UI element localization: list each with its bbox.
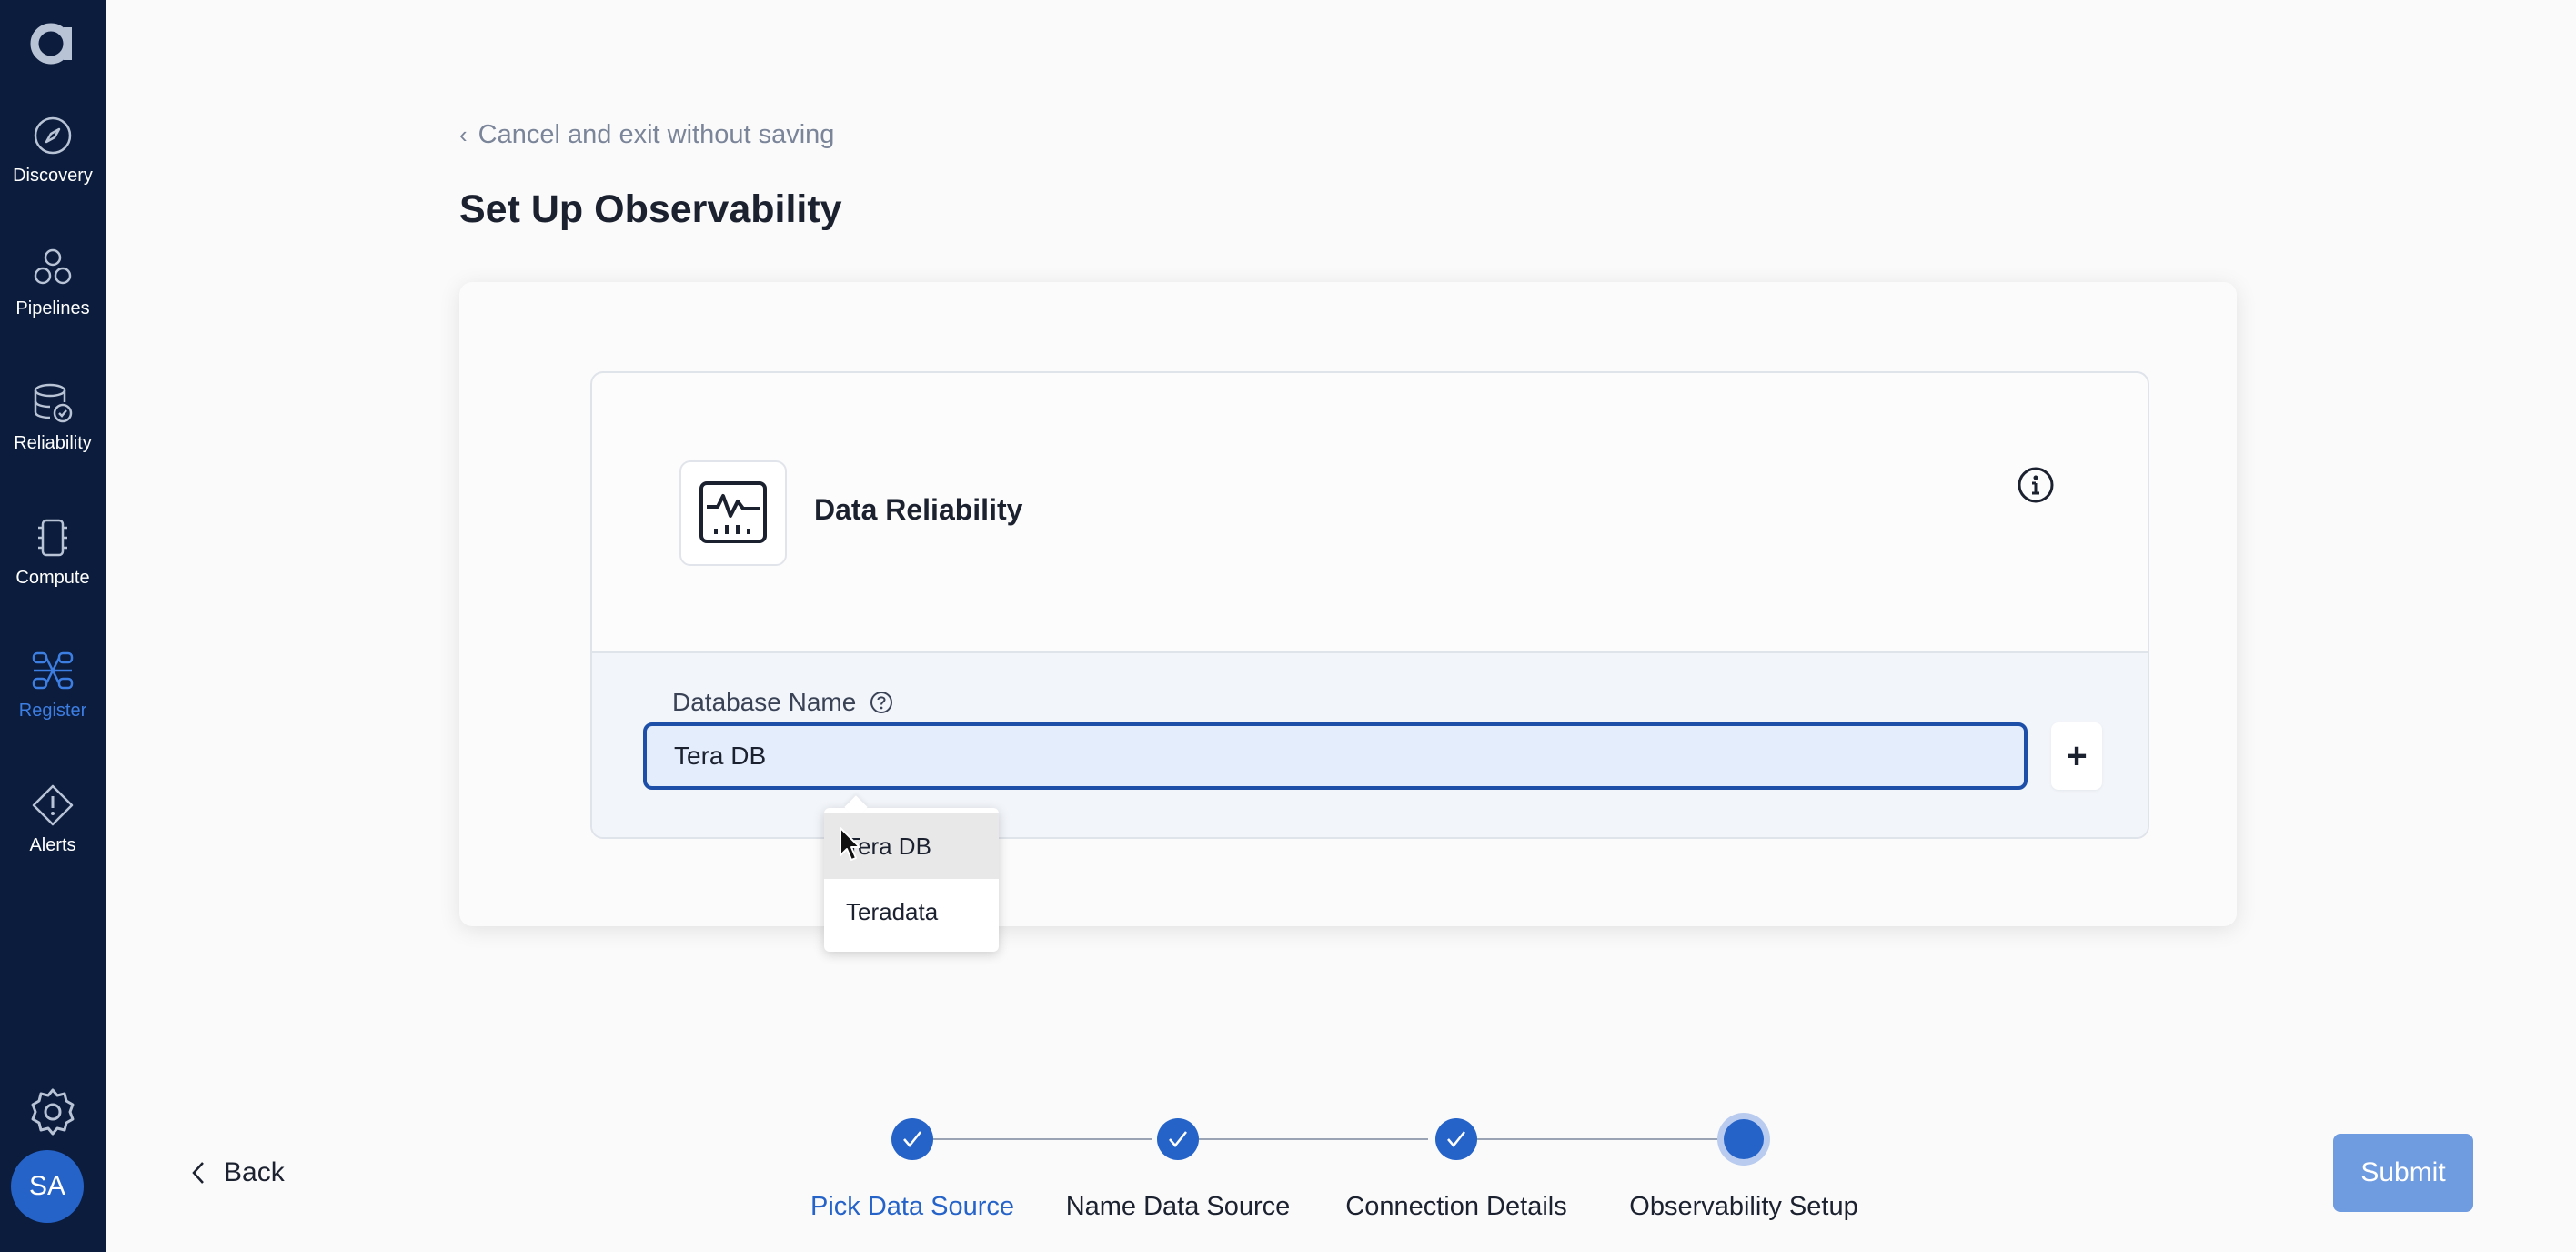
monitor-chart-icon <box>679 460 787 566</box>
step-connector <box>1199 1138 1428 1140</box>
pipelines-icon <box>34 248 72 285</box>
step-label-pick-data-source[interactable]: Pick Data Source <box>810 1192 1014 1222</box>
check-icon <box>1169 1131 1187 1147</box>
setup-card: Data Reliability Database Name + <box>459 282 2237 926</box>
avatar[interactable]: SA <box>11 1150 84 1223</box>
database-name-input[interactable] <box>643 722 2028 790</box>
sidebar-item-compute[interactable]: Compute <box>0 515 106 615</box>
sidebar-item-label: Pipelines <box>15 298 90 318</box>
sidebar-item-label: Compute <box>15 568 90 588</box>
sidebar-item-label: Discovery <box>13 166 93 186</box>
back-button[interactable]: Back <box>189 1157 285 1188</box>
chip-icon <box>38 519 67 557</box>
step-complete-dot[interactable] <box>1157 1118 1199 1160</box>
step-connector <box>931 1138 1152 1140</box>
step-complete-dot[interactable] <box>1435 1118 1477 1160</box>
sidebar: Discovery Pipelines Reliability Compute … <box>0 0 106 1252</box>
step-current-dot <box>1724 1119 1764 1159</box>
step-label-connection-details: Connection Details <box>1345 1192 1567 1221</box>
step-label-observability-setup: Observability Setup <box>1629 1192 1858 1221</box>
alert-diamond-icon <box>32 784 74 826</box>
step-connector <box>1475 1138 1719 1140</box>
page-title: Set Up Observability <box>459 187 842 231</box>
check-icon <box>1447 1131 1465 1147</box>
info-icon[interactable] <box>2017 466 2055 504</box>
sidebar-item-label: Alerts <box>29 835 76 855</box>
database-name-label: Database Name <box>672 688 894 717</box>
database-name-label-text: Database Name <box>672 688 857 716</box>
sidebar-item-alerts[interactable]: Alerts <box>0 782 106 883</box>
sidebar-item-discovery[interactable]: Discovery <box>0 113 106 213</box>
sidebar-item-register[interactable]: Register <box>0 648 106 748</box>
check-icon <box>903 1131 921 1147</box>
step-complete-dot[interactable] <box>891 1118 933 1160</box>
cancel-label: Cancel and exit without saving <box>478 120 835 149</box>
back-label: Back <box>224 1157 285 1187</box>
panel-header: Data Reliability <box>592 373 2148 651</box>
help-icon[interactable] <box>869 690 894 715</box>
sidebar-item-label: Reliability <box>14 433 92 453</box>
chevron-left-icon: ‹ <box>459 121 468 148</box>
gear-icon[interactable] <box>25 1085 80 1139</box>
register-icon <box>32 651 74 690</box>
cancel-exit-link[interactable]: ‹ Cancel and exit without saving <box>459 120 834 150</box>
data-reliability-panel: Data Reliability Database Name + <box>590 371 2149 839</box>
step-label-name-data-source: Name Data Source <box>1065 1192 1291 1221</box>
app-logo-icon[interactable] <box>24 16 82 66</box>
mouse-cursor-icon <box>840 827 860 861</box>
dropdown-option[interactable]: Teradata <box>824 879 999 944</box>
sidebar-item-reliability[interactable]: Reliability <box>0 380 106 480</box>
add-database-button[interactable]: + <box>2051 722 2102 790</box>
database-check-icon <box>34 383 73 423</box>
chevron-left-icon <box>192 1162 204 1184</box>
submit-button[interactable]: Submit <box>2333 1134 2473 1212</box>
sidebar-item-label: Register <box>18 701 87 721</box>
sidebar-item-pipelines[interactable]: Pipelines <box>0 246 106 346</box>
compass-icon <box>34 116 72 155</box>
panel-title: Data Reliability <box>814 493 1023 526</box>
